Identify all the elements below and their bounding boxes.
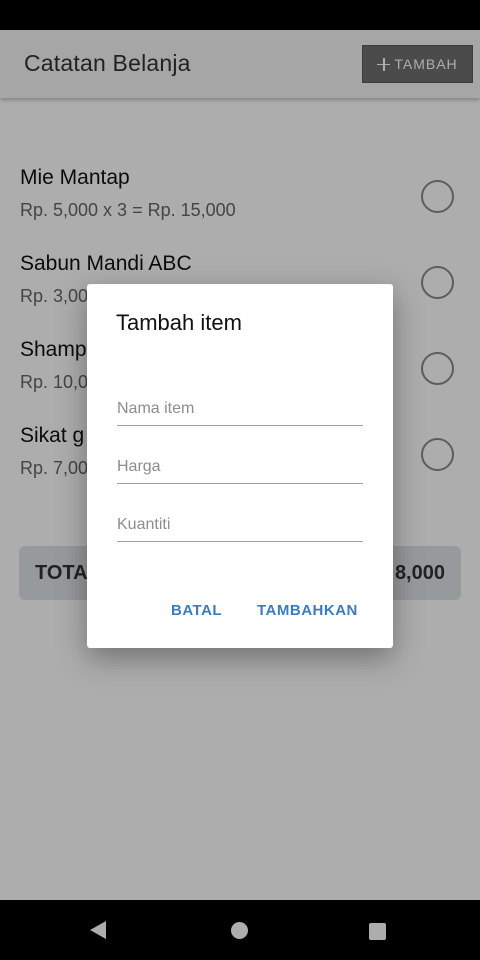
confirm-add-button[interactable]: TAMBAHKAN [257, 602, 358, 619]
quantity-input[interactable] [117, 508, 363, 542]
cancel-button[interactable]: BATAL [171, 602, 222, 619]
item-name-input[interactable] [117, 392, 363, 426]
add-item-dialog: Tambah item BATAL TAMBAHKAN [87, 284, 393, 648]
dialog-title: Tambah item [116, 310, 242, 335]
price-input[interactable] [117, 450, 363, 484]
